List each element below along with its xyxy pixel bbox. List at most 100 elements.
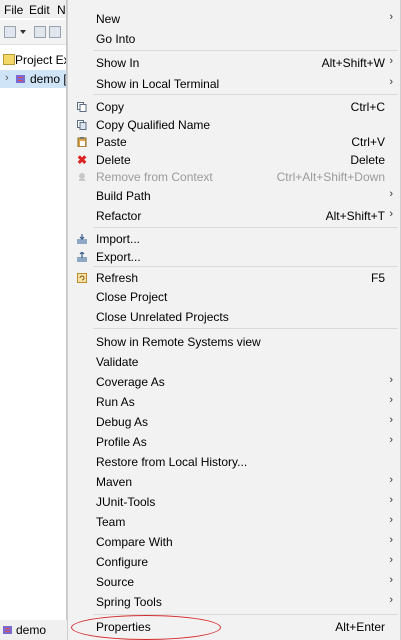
menu-item-remove-from-context: Remove from Context Ctrl+Alt+Shift+Down <box>68 167 400 187</box>
menu-separator <box>93 328 398 329</box>
project-icon <box>16 75 25 83</box>
menu-item-label: New <box>96 12 121 26</box>
chevron-right-icon: › <box>389 494 393 506</box>
chevron-right-icon: › <box>389 574 393 586</box>
menu-item-label: Show in Remote Systems view <box>96 335 261 349</box>
menu-item-shortcut: F5 <box>370 271 385 285</box>
menu-item-shortcut: Ctrl+C <box>350 100 385 114</box>
save-all-icon[interactable] <box>49 26 61 38</box>
chevron-right-icon: › <box>389 374 393 386</box>
chevron-right-icon: › <box>389 514 393 526</box>
menu-item-label: Show in Local Terminal <box>96 77 220 91</box>
menu-item-run-as[interactable]: Run As › <box>68 392 400 412</box>
status-project-label: demo <box>16 623 47 637</box>
menu-item-shortcut: Ctrl+V <box>351 135 385 149</box>
menu-item-configure[interactable]: Configure › <box>68 552 400 572</box>
menu-item-import[interactable]: Import... <box>68 229 400 249</box>
menu-item-label: Import... <box>96 232 141 246</box>
menu-item-maven[interactable]: Maven › <box>68 472 400 492</box>
menu-item-shortcut: Ctrl+Alt+Shift+Down <box>276 170 385 184</box>
menu-item-junit-tools[interactable]: JUnit-Tools › <box>68 492 400 512</box>
menu-item-validate[interactable]: Validate <box>68 352 400 372</box>
ide-menubar: File Edit N <box>0 0 70 18</box>
chevron-right-icon: › <box>389 554 393 566</box>
status-bar: demo <box>0 620 70 640</box>
menu-navigate[interactable]: N <box>57 3 66 17</box>
menu-separator <box>93 50 398 51</box>
menu-item-label: Show In <box>96 56 140 70</box>
menu-item-show-in-remote-systems-view[interactable]: Show in Remote Systems view <box>68 332 400 352</box>
properties-highlight-ellipse <box>71 615 221 640</box>
menu-item-label: Spring Tools <box>96 595 162 609</box>
menu-item-build-path[interactable]: Build Path › <box>68 186 400 206</box>
menu-item-debug-as[interactable]: Debug As › <box>68 412 400 432</box>
folder-icon <box>3 54 15 65</box>
menu-item-restore-from-local-history[interactable]: Restore from Local History... <box>68 452 400 472</box>
menu-item-go-into[interactable]: Go Into <box>68 29 400 49</box>
menu-item-label: JUnit-Tools <box>96 495 156 509</box>
menu-item-label: Paste <box>96 135 127 149</box>
delete-icon: ✖ <box>77 153 88 167</box>
menu-separator <box>93 266 398 267</box>
ide-toolbar <box>0 20 70 45</box>
menu-item-label: Build Path <box>96 189 151 203</box>
menu-item-label: Profile As <box>96 435 147 449</box>
menu-item-source[interactable]: Source › <box>68 572 400 592</box>
chevron-right-icon: › <box>389 76 393 88</box>
context-menu: New › Go Into Show In Alt+Shift+W › Show… <box>67 0 401 640</box>
menu-file[interactable]: File <box>4 3 23 17</box>
menu-item-close-unrelated-projects[interactable]: Close Unrelated Projects <box>68 307 400 327</box>
menu-item-team[interactable]: Team › <box>68 512 400 532</box>
chevron-right-icon[interactable]: › <box>5 72 9 84</box>
refresh-icon <box>77 273 87 283</box>
menu-item-label: Maven <box>96 475 133 489</box>
menu-item-copy[interactable]: Copy Ctrl+C <box>68 97 400 117</box>
menu-item-label: Remove from Context <box>96 170 213 184</box>
menu-item-refresh[interactable]: Refresh F5 <box>68 268 400 288</box>
chevron-right-icon: › <box>389 55 393 67</box>
dropdown-arrow-icon[interactable] <box>20 30 26 34</box>
menu-item-label: Refresh <box>96 271 139 285</box>
menu-item-new[interactable]: New › <box>68 9 400 29</box>
new-wizard-icon[interactable] <box>4 26 16 38</box>
menu-item-label: Validate <box>96 355 139 369</box>
menu-item-label: Compare With <box>96 535 173 549</box>
chevron-right-icon: › <box>389 474 393 486</box>
import-icon <box>77 234 87 244</box>
chevron-right-icon: › <box>389 414 393 426</box>
menu-item-spring-tools[interactable]: Spring Tools › <box>68 592 400 612</box>
chevron-right-icon: › <box>389 11 393 23</box>
chevron-right-icon: › <box>389 188 393 200</box>
menu-item-shortcut: Alt+Enter <box>335 620 385 634</box>
export-icon <box>77 252 87 262</box>
chevron-right-icon: › <box>389 208 393 220</box>
menu-edit[interactable]: Edit <box>29 3 50 17</box>
paste-icon <box>77 137 87 147</box>
menu-item-label: Close Unrelated Projects <box>96 310 229 324</box>
menu-item-label: Export... <box>96 250 141 264</box>
menu-item-show-in[interactable]: Show In Alt+Shift+W › <box>68 53 400 73</box>
tree-item-demo[interactable]: › demo [ <box>0 70 70 88</box>
menu-item-label: Debug As <box>96 415 149 429</box>
chevron-right-icon: › <box>389 394 393 406</box>
menu-item-shortcut: Delete <box>350 153 385 167</box>
menu-item-label: Close Project <box>96 290 168 304</box>
menu-item-shortcut: Alt+Shift+W <box>321 56 385 70</box>
menu-item-export[interactable]: Export... <box>68 247 400 267</box>
menu-item-refactor[interactable]: Refactor Alt+Shift+T › <box>68 206 400 226</box>
copy-icon <box>77 102 87 112</box>
menu-item-profile-as[interactable]: Profile As › <box>68 432 400 452</box>
menu-item-label: Copy Qualified Name <box>96 118 211 132</box>
menu-item-close-project[interactable]: Close Project <box>68 287 400 307</box>
menu-item-coverage-as[interactable]: Coverage As › <box>68 372 400 392</box>
menu-item-label: Coverage As <box>96 375 165 389</box>
menu-item-compare-with[interactable]: Compare With › <box>68 532 400 552</box>
menu-item-show-in-local-terminal[interactable]: Show in Local Terminal › <box>68 74 400 94</box>
save-icon[interactable] <box>34 26 46 38</box>
project-explorer-tab[interactable]: Project Exp <box>0 50 76 70</box>
tree-item-label: demo [ <box>30 72 67 86</box>
menu-item-label: Copy <box>96 100 125 114</box>
menu-item-label: Restore from Local History... <box>96 455 248 469</box>
menu-item-paste[interactable]: Paste Ctrl+V <box>68 132 400 152</box>
copy-qualified-name-icon <box>77 120 87 130</box>
